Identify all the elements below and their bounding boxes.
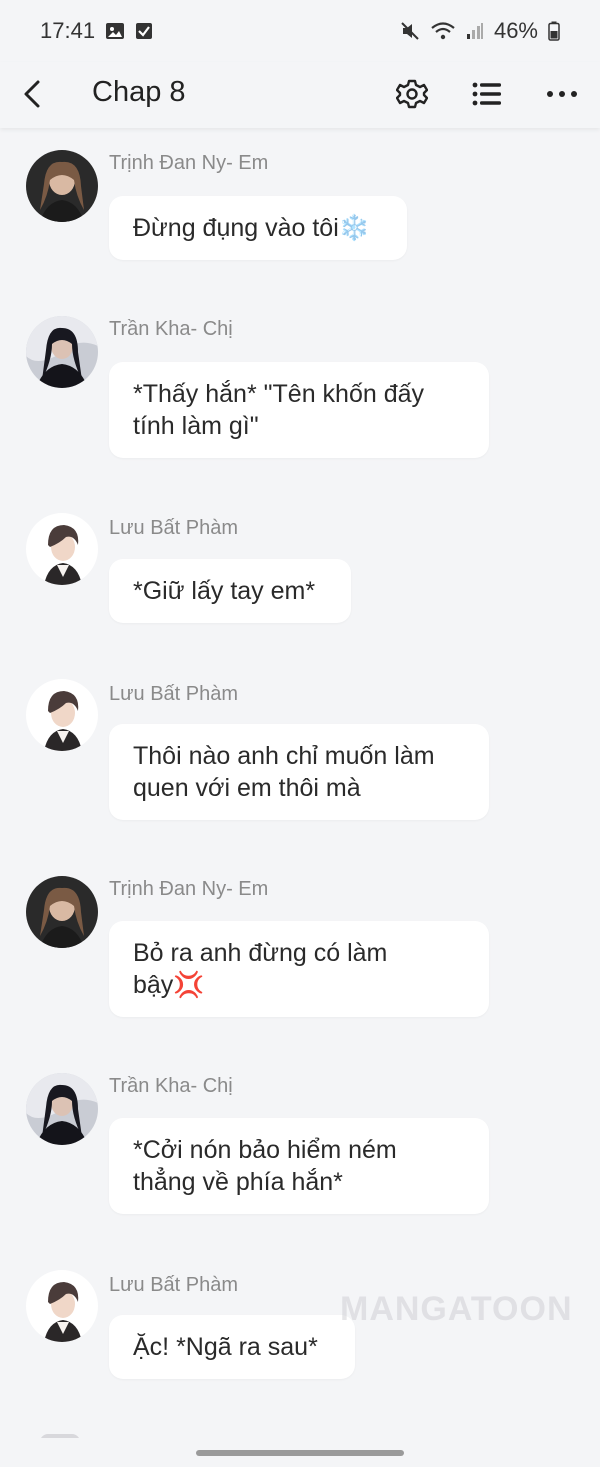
back-button[interactable] — [14, 74, 50, 114]
message-bubble: Bỏ ra anh đừng có làm bậy💢 — [109, 921, 489, 1017]
sender-name: Trịnh Đan Ny- Em — [109, 152, 269, 174]
message-feed[interactable]: Trịnh Đan Ny- Em Đừng đụng vào tôi❄️ Trầ… — [0, 128, 600, 1438]
avatar[interactable] — [26, 1270, 98, 1342]
sender-name: Trần Kha- Chị — [109, 1075, 233, 1097]
status-bar: 17:41 46% — [0, 0, 600, 62]
sender-name: Trần Kha- Chị — [109, 318, 233, 340]
avatar[interactable] — [26, 316, 98, 388]
gear-icon — [396, 79, 428, 109]
chapter-list-button[interactable] — [464, 71, 510, 117]
message-item: Trịnh Đan Ny- Em Đừng đụng vào tôi❄️ — [0, 150, 600, 270]
battery-percent: 46% — [493, 18, 538, 43]
sender-name: Lưu Bất Phàm — [109, 683, 239, 705]
message-item: Trịnh Đan Ny- Em Bỏ ra anh đừng có làm b… — [0, 876, 600, 1026]
mute-icon — [400, 21, 420, 41]
status-left: 17:41 — [40, 18, 153, 44]
message-bubble: *Thấy hắn* "Tên khốn đấy tính làm gì" — [109, 362, 489, 458]
back-arrow-icon — [24, 80, 40, 108]
avatar[interactable] — [26, 876, 98, 948]
avatar[interactable] — [26, 513, 98, 585]
more-options-button[interactable] — [539, 71, 585, 117]
message-item: Trần Kha- Chị *Thấy hắn* "Tên khốn đấy t… — [0, 316, 600, 466]
checkbox-icon — [135, 22, 153, 40]
message-bubble: Thôi nào anh chỉ muốn làm quen với em th… — [109, 724, 489, 820]
status-right: 46% — [400, 18, 560, 44]
message-item: Lưu Bất Phàm *Giữ lấy tay em* — [0, 513, 600, 633]
sender-name: Trịnh Đan Ny- Em — [109, 878, 269, 900]
home-indicator[interactable] — [196, 1450, 404, 1456]
message-item: Lưu Bất Phàm Thôi nào anh chỉ muốn làm q… — [0, 679, 600, 829]
status-time: 17:41 — [40, 18, 96, 43]
message-bubble: Đừng đụng vào tôi❄️ — [109, 196, 407, 260]
message-item: Trần Kha- Chị *Cởi nón bảo hiểm ném thẳn… — [0, 1073, 600, 1223]
sender-name: Lưu Bất Phàm — [109, 517, 239, 539]
watermark: MANGATOON — [340, 1290, 573, 1328]
message-bubble: Ặc! *Ngã ra sau* — [109, 1315, 355, 1379]
message-bubble: *Giữ lấy tay em* — [109, 559, 351, 623]
sender-name: Lưu Bất Phàm — [109, 1274, 239, 1296]
signal-icon — [466, 22, 484, 40]
avatar[interactable] — [26, 150, 98, 222]
message-bubble: *Cởi nón bảo hiểm ném thẳng về phía hắn* — [109, 1118, 489, 1214]
page-title: Chap 8 — [92, 76, 186, 108]
message-item: Lưu Bất Phàm Ặc! *Ngã ra sau* — [0, 1270, 600, 1390]
settings-button[interactable] — [389, 71, 435, 117]
avatar[interactable] — [26, 679, 98, 751]
app-header: Chap 8 — [0, 62, 600, 128]
battery-icon — [548, 21, 560, 41]
list-icon — [472, 82, 501, 106]
avatar-partial — [40, 1434, 80, 1438]
wifi-icon — [430, 21, 456, 41]
image-icon — [105, 21, 125, 41]
more-dots-icon — [547, 91, 577, 97]
avatar[interactable] — [26, 1073, 98, 1145]
